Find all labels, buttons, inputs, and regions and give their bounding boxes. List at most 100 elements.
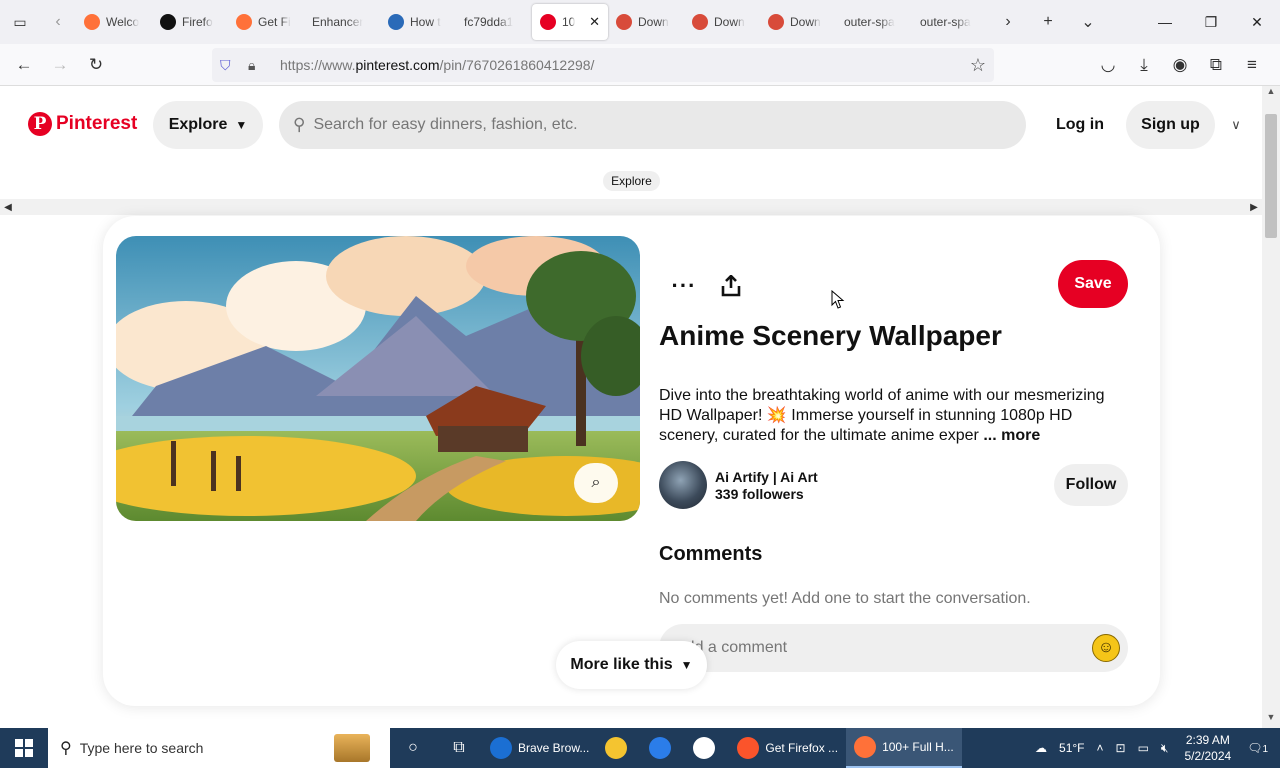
bookmark-star-icon[interactable]: ☆ xyxy=(970,55,986,76)
more-options-icon[interactable]: ··· xyxy=(666,268,702,304)
browser-tab[interactable]: Enhancer xyxy=(304,4,380,40)
author-name[interactable]: Ai Artify | Ai Art xyxy=(715,469,818,485)
tab-label: Welco xyxy=(106,15,140,29)
tab-list: Welco Firefo Get Fi Enhancer How t fc79dda1 10… xyxy=(76,0,988,44)
display-icon[interactable]: ▭ xyxy=(1138,741,1149,755)
new-tab-icon[interactable]: + xyxy=(1028,0,1068,44)
tab-label: outer-spa xyxy=(920,15,971,29)
volume-muted-icon[interactable]: 🔇︎ xyxy=(1161,741,1169,756)
firefox-icon xyxy=(84,14,100,30)
restore-icon[interactable]: ❐ xyxy=(1188,0,1234,44)
browser-tab[interactable]: fc79dda1 xyxy=(456,4,532,40)
system-tray: ☁ 51°F ˄ ⊡ ▭ 🔇︎ 2:39 AM 5/2/2024 🗨︎1 xyxy=(1029,728,1280,768)
menu-icon[interactable]: ≡ xyxy=(1234,47,1270,83)
taskbar-app[interactable] xyxy=(641,728,685,768)
pinterest-logo[interactable]: P Pinterest xyxy=(28,112,137,136)
clock[interactable]: 2:39 AM 5/2/2024 xyxy=(1184,732,1231,764)
clock-date: 5/2/2024 xyxy=(1184,749,1232,763)
explore-label: Explore xyxy=(168,116,228,133)
browser-tab[interactable]: outer-spa xyxy=(836,4,912,40)
tabs-scroll-left-icon[interactable]: ‹ xyxy=(40,0,76,44)
chevron-down-icon: ▼ xyxy=(680,658,693,672)
share-icon[interactable] xyxy=(713,268,749,304)
minimize-icon[interactable]: — xyxy=(1142,0,1188,44)
app-icon xyxy=(693,737,716,759)
comment-input[interactable]: Add a comment ☺ xyxy=(659,624,1128,672)
weather-icon[interactable]: ☁ xyxy=(1035,741,1047,755)
back-icon[interactable]: ← xyxy=(6,47,42,83)
m-logo-icon xyxy=(160,14,176,30)
url-text[interactable]: https://www.pinterest.com/pin/7670261860… xyxy=(280,57,594,73)
taskbar-app[interactable]: Brave Brow... xyxy=(482,728,597,768)
more-options-chevron-icon[interactable]: ∨ xyxy=(1224,113,1248,137)
taskbar-app[interactable]: Get Firefox ... xyxy=(729,728,846,768)
tabs-scroll-right-icon[interactable]: › xyxy=(988,0,1028,44)
cortana-icon[interactable]: ○ xyxy=(390,728,436,768)
browser-tab[interactable]: Down xyxy=(684,4,760,40)
notifications-count: 1 xyxy=(1262,744,1268,755)
search-icon: ⚲ xyxy=(60,740,72,757)
address-bar[interactable]: ⛉ 🔒︎ https://www.pinterest.com/pin/76702… xyxy=(212,48,994,82)
signup-button[interactable]: Sign up xyxy=(1126,101,1215,149)
follow-button[interactable]: Follow xyxy=(1054,464,1128,506)
explore-button[interactable]: Explore ▼ xyxy=(153,101,263,149)
horizontal-scrollbar[interactable]: ◀ ▶ xyxy=(0,199,1262,215)
taskbar-app[interactable]: 100+ Full H... xyxy=(846,728,962,768)
browser-tab[interactable]: Firefo xyxy=(152,4,228,40)
scroll-right-arrow-icon[interactable]: ▶ xyxy=(1246,199,1262,215)
task-view-icon[interactable]: ⧉ xyxy=(436,728,482,768)
browser-tab[interactable]: Get Fi xyxy=(228,4,304,40)
browser-tab[interactable]: Down xyxy=(608,4,684,40)
taskbar-app[interactable] xyxy=(685,728,729,768)
tab-label: outer-spa xyxy=(844,15,895,29)
close-tab-icon[interactable]: ✕ xyxy=(589,14,600,30)
taskbar-search-placeholder: Type here to search xyxy=(79,740,204,756)
pocket-icon[interactable]: ◡ xyxy=(1090,47,1126,83)
read-more-link[interactable]: ... more xyxy=(983,427,1040,444)
account-icon[interactable]: ◉ xyxy=(1162,47,1198,83)
tracking-shield-icon[interactable]: ⛉ xyxy=(220,57,240,74)
browser-tab[interactable]: 10 ✕ xyxy=(532,4,608,40)
taskbar-app[interactable] xyxy=(597,728,641,768)
avatar[interactable] xyxy=(659,461,707,509)
pin-image[interactable]: ⌕ xyxy=(116,236,640,521)
pin-card: ⌕ ··· Save Anime Scenery Wallpaper Dive … xyxy=(103,216,1160,706)
weather-temp[interactable]: 51°F xyxy=(1059,741,1084,755)
anime-scenery-image xyxy=(116,236,640,521)
lock-icon[interactable]: 🔒︎ xyxy=(248,57,270,74)
tab-list-dropdown-icon[interactable]: ⌄ xyxy=(1068,0,1108,44)
scroll-down-arrow-icon[interactable]: ▼ xyxy=(1262,712,1280,728)
extensions-icon[interactable]: ⧉ xyxy=(1198,47,1234,83)
navigation-bar: ← → ↻ ⛉ 🔒︎ https://www.pinterest.com/pin… xyxy=(0,44,1280,86)
close-window-icon[interactable]: ✕ xyxy=(1234,0,1280,44)
notifications-icon[interactable]: 🗨︎1 xyxy=(1247,741,1268,755)
app-icon xyxy=(854,736,877,758)
pin-author[interactable]: Ai Artify | Ai Art 339 followers xyxy=(659,461,818,509)
browser-tab[interactable]: Down xyxy=(760,4,836,40)
scrollbar-thumb[interactable] xyxy=(1265,114,1277,238)
taskbar-apps: Brave Brow... Get Firefox ... 100+ Full H.… xyxy=(482,728,962,768)
taskbar-search-input[interactable]: ⚲ Type here to search xyxy=(48,728,390,768)
start-button[interactable] xyxy=(0,728,48,768)
visual-search-icon[interactable]: ⌕ xyxy=(574,463,618,503)
save-button[interactable]: Save xyxy=(1058,260,1128,308)
scroll-left-arrow-icon[interactable]: ◀ xyxy=(0,199,16,215)
more-like-this-button[interactable]: More like this ▼ xyxy=(556,641,707,689)
network-icon[interactable]: ⊡ xyxy=(1116,741,1126,755)
browser-tab[interactable]: How t xyxy=(380,4,456,40)
downloads-icon[interactable]: ⤓ xyxy=(1126,47,1162,83)
browser-tab[interactable]: Welco xyxy=(76,4,152,40)
tab-overview-icon[interactable]: ▭ xyxy=(0,0,40,44)
tray-expand-icon[interactable]: ˄ xyxy=(1097,741,1104,755)
breadcrumb[interactable]: Explore xyxy=(603,171,660,191)
app-icon xyxy=(737,737,760,759)
browser-tab[interactable]: outer-spa xyxy=(912,4,988,40)
login-button[interactable]: Log in xyxy=(1047,101,1113,149)
forward-icon[interactable]: → xyxy=(42,47,78,83)
scroll-up-arrow-icon[interactable]: ▲ xyxy=(1262,86,1280,102)
search-input[interactable]: ⚲ Search for easy dinners, fashion, etc. xyxy=(279,101,1026,149)
reload-icon[interactable]: ↻ xyxy=(78,47,114,83)
pinterest-logo-icon: P xyxy=(28,112,52,136)
emoji-icon[interactable]: ☺ xyxy=(1092,634,1120,662)
vertical-scrollbar[interactable]: ▲ ▼ xyxy=(1262,86,1280,728)
